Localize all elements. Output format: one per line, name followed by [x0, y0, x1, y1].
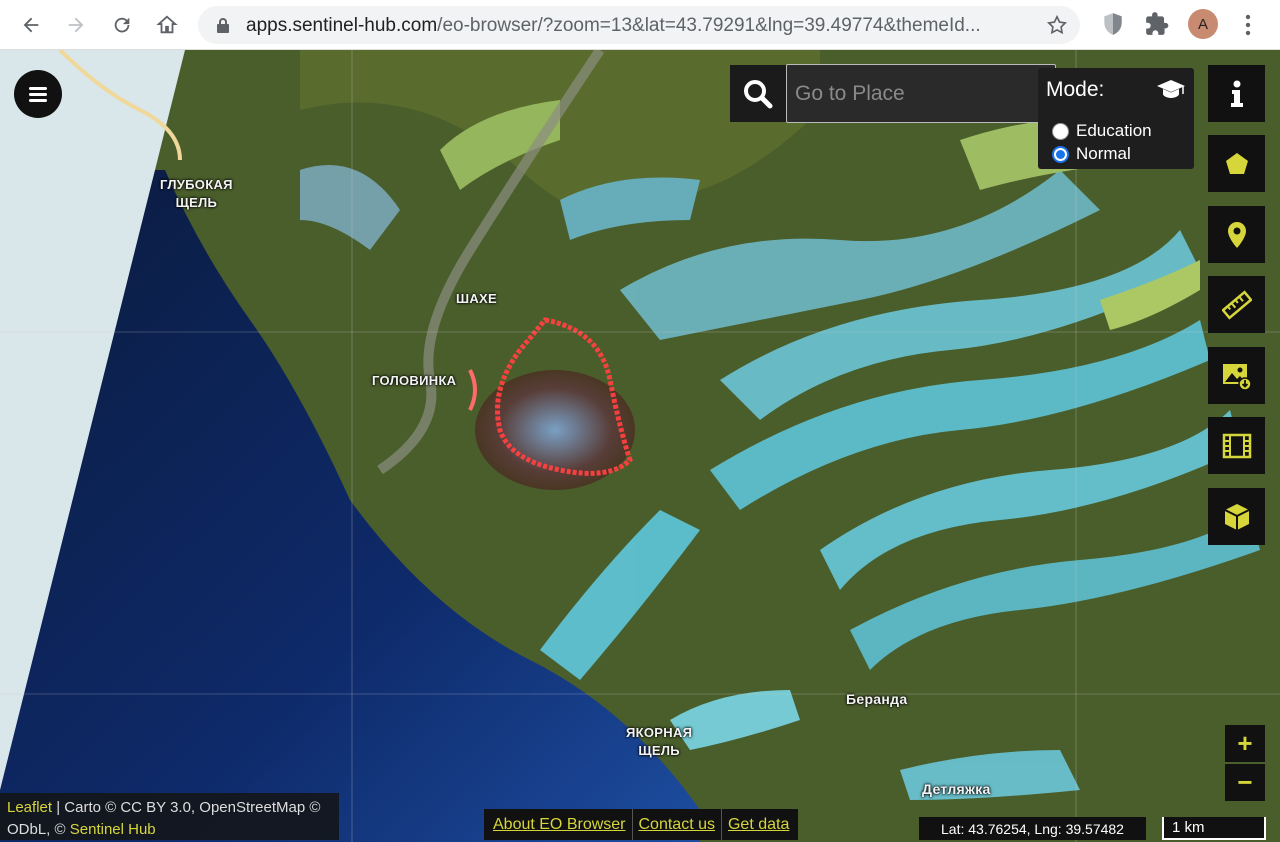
- map-attribution: Leaflet | Carto © CC BY 3.0, OpenStreetM…: [0, 793, 339, 840]
- hamburger-icon: [29, 92, 47, 96]
- url-text: apps.sentinel-hub.com/eo-browser/?zoom=1…: [246, 15, 981, 36]
- place-label-beranda: Беранда: [846, 691, 908, 707]
- mode-title: Mode:: [1046, 78, 1105, 101]
- place-label-shakhe: ШАХЕ: [456, 291, 497, 306]
- place-label-detlyazhka: Детляжка: [922, 781, 991, 797]
- ruler-icon: [1221, 289, 1252, 320]
- zoom-out-button[interactable]: −: [1225, 764, 1265, 801]
- timelapse-button[interactable]: [1208, 417, 1265, 474]
- puzzle-icon[interactable]: [1144, 11, 1170, 37]
- cube-icon: [1224, 503, 1249, 530]
- home-icon[interactable]: [151, 9, 183, 41]
- address-bar[interactable]: apps.sentinel-hub.com/eo-browser/?zoom=1…: [198, 6, 1080, 44]
- search-icon: [744, 79, 773, 108]
- place-label-glubokaya: ГЛУБОКАЯ ЩЕЛЬ: [160, 177, 233, 210]
- attribution-text-2: ODbL, ©: [7, 821, 70, 838]
- back-icon[interactable]: [15, 9, 47, 41]
- lock-icon: [217, 18, 229, 33]
- star-icon[interactable]: [1046, 14, 1068, 36]
- measure-button[interactable]: [1208, 276, 1265, 333]
- browser-toolbar: apps.sentinel-hub.com/eo-browser/?zoom=1…: [0, 0, 1280, 50]
- normal-label: Normal: [1076, 144, 1131, 163]
- shield-icon[interactable]: [1100, 11, 1126, 37]
- graduation-cap-icon: [1157, 80, 1185, 98]
- footer-links: About EO Browser Contact us Get data: [484, 809, 799, 840]
- contact-link[interactable]: Contact us: [633, 809, 722, 840]
- education-radio[interactable]: [1052, 122, 1069, 140]
- sentinel-hub-link[interactable]: Sentinel Hub: [70, 821, 156, 838]
- about-link[interactable]: About EO Browser: [487, 809, 633, 840]
- kebab-menu-icon[interactable]: [1238, 12, 1258, 38]
- forward-icon[interactable]: [60, 9, 92, 41]
- polygon-icon: [1225, 152, 1248, 174]
- info-icon: [1230, 80, 1243, 107]
- profile-avatar[interactable]: A: [1188, 9, 1218, 39]
- hamburger-menu-button[interactable]: [14, 70, 62, 118]
- mode-option-education[interactable]: Education: [1052, 121, 1152, 141]
- place-label-yakornaya: ЯКОРНАЯ ЩЕЛЬ: [626, 725, 693, 758]
- image-download-button[interactable]: [1208, 347, 1265, 404]
- pin-icon: [1227, 221, 1246, 248]
- attribution-text: | Carto © CC BY 3.0, OpenStreetMap ©: [52, 799, 321, 816]
- info-button[interactable]: [1208, 65, 1265, 122]
- scale-bar: 1 km: [1162, 817, 1266, 840]
- search-button[interactable]: [730, 65, 786, 122]
- draw-polygon-button[interactable]: [1208, 135, 1265, 192]
- mode-panel: Mode: Education Normal: [1038, 68, 1194, 169]
- leaflet-link[interactable]: Leaflet: [7, 799, 52, 816]
- 3d-button[interactable]: [1208, 488, 1265, 545]
- normal-radio[interactable]: [1052, 145, 1069, 163]
- cursor-coordinates: Lat: 43.76254, Lng: 39.57482: [919, 817, 1146, 840]
- place-label-golovinka: ГОЛОВИНКА: [372, 373, 457, 388]
- film-icon: [1222, 433, 1251, 458]
- map-view[interactable]: ГЛУБОКАЯ ЩЕЛЬ ШАХЕ ГОЛОВИНКА ЯКОРНАЯ ЩЕЛЬ …: [0, 50, 1280, 842]
- mode-option-normal[interactable]: Normal: [1052, 144, 1131, 164]
- go-to-place-input[interactable]: [786, 64, 1056, 123]
- zoom-in-button[interactable]: +: [1225, 725, 1265, 762]
- place-marker-button[interactable]: [1208, 206, 1265, 263]
- image-download-icon: [1222, 363, 1252, 391]
- reload-icon[interactable]: [106, 9, 138, 41]
- get-data-link[interactable]: Get data: [722, 809, 795, 840]
- education-label: Education: [1076, 121, 1152, 140]
